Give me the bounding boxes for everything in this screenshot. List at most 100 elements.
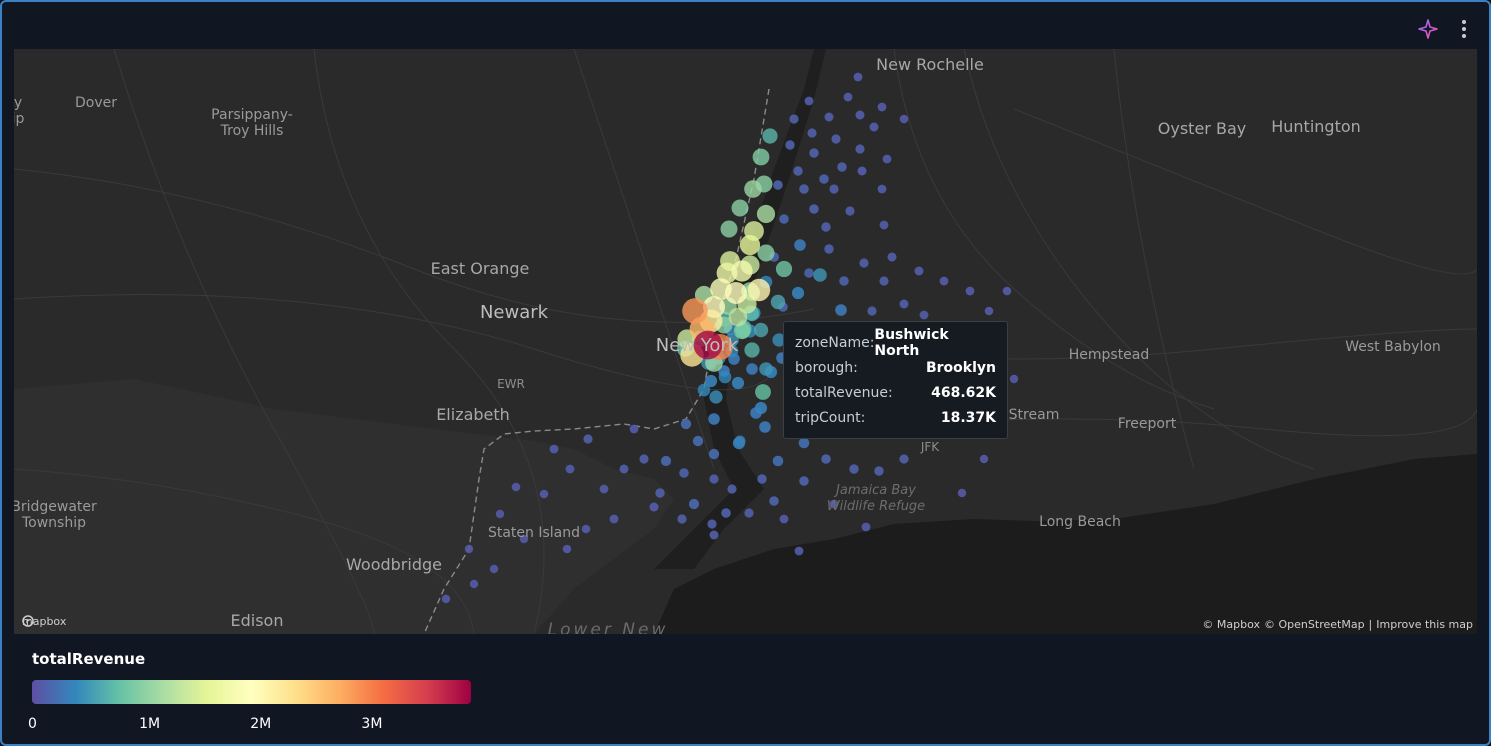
zone-bubble[interactable] [649, 502, 659, 512]
zone-bubble[interactable] [791, 286, 805, 300]
zone-bubble[interactable] [879, 220, 889, 230]
zone-bubble[interactable] [755, 384, 771, 400]
zone-bubble[interactable] [829, 184, 839, 194]
zone-bubble[interactable] [469, 579, 479, 589]
zone-bubble[interactable] [861, 522, 871, 532]
zone-bubble[interactable] [855, 144, 865, 154]
zone-bubble[interactable] [629, 424, 639, 434]
zone-bubble[interactable] [757, 474, 767, 484]
zone-bubble[interactable] [562, 544, 572, 554]
zone-bubble[interactable] [583, 434, 593, 444]
zone-bubble[interactable] [799, 476, 809, 486]
zone-bubble[interactable] [757, 244, 775, 262]
zone-bubble[interactable] [874, 466, 884, 476]
zone-bubble[interactable] [849, 464, 859, 474]
zone-bubble[interactable] [813, 268, 827, 282]
zone-bubble[interactable] [679, 468, 689, 478]
kebab-menu-icon[interactable] [1453, 18, 1475, 40]
zone-bubble[interactable] [756, 204, 776, 224]
zone-bubble[interactable] [919, 310, 929, 320]
zone-bubble[interactable] [899, 454, 909, 464]
zone-bubble[interactable] [867, 306, 877, 316]
zone-bubble[interactable] [744, 342, 760, 358]
zone-bubble[interactable] [798, 437, 810, 449]
zone-bubble[interactable] [857, 166, 867, 176]
zone-bubble[interactable] [957, 488, 967, 498]
zone-bubble[interactable] [807, 128, 817, 138]
zone-bubble[interactable] [744, 180, 762, 198]
zone-bubble[interactable] [732, 436, 746, 450]
zone-bubble[interactable] [565, 464, 575, 474]
zone-bubble[interactable] [859, 258, 869, 268]
zone-bubble[interactable] [773, 180, 783, 190]
zone-bubble[interactable] [821, 222, 831, 232]
zone-bubble[interactable] [979, 454, 989, 464]
zone-bubble[interactable] [464, 544, 474, 554]
zone-bubble[interactable] [779, 214, 789, 224]
zone-bubble[interactable] [869, 122, 879, 132]
zone-bubble[interactable] [639, 454, 649, 464]
zone-bubble[interactable] [984, 306, 994, 316]
zone-bubble[interactable] [837, 162, 847, 172]
zone-bubble[interactable] [688, 498, 700, 510]
zone-bubble[interactable] [682, 298, 708, 324]
zone-bubble[interactable] [772, 455, 784, 467]
attribution-mapbox-link[interactable]: © Mapbox [1202, 618, 1260, 631]
zone-bubble[interactable] [835, 304, 847, 316]
zone-bubble[interactable] [794, 239, 806, 251]
zone-bubble[interactable] [581, 524, 591, 534]
zone-bubble[interactable] [759, 421, 771, 433]
zone-bubble[interactable] [821, 454, 831, 464]
zone-bubble[interactable] [709, 474, 719, 484]
zone-bubble[interactable] [839, 276, 849, 286]
zone-bubble[interactable] [789, 114, 799, 124]
zone-bubble[interactable] [824, 112, 834, 122]
zone-bubble[interactable] [1009, 374, 1019, 384]
zone-bubble[interactable] [754, 401, 768, 415]
zone-bubble[interactable] [887, 252, 897, 262]
zone-bubble[interactable] [879, 276, 889, 286]
attribution-osm-link[interactable]: © OpenStreetMap [1264, 618, 1365, 631]
zone-bubble[interactable] [746, 363, 758, 375]
zone-bubble[interactable] [680, 418, 692, 430]
zone-bubble[interactable] [721, 508, 731, 518]
zone-bubble[interactable] [794, 546, 804, 556]
zone-bubble[interactable] [775, 260, 793, 278]
zone-bubble[interactable] [511, 482, 521, 492]
sparkle-icon[interactable] [1417, 18, 1439, 40]
zone-bubble[interactable] [708, 413, 720, 425]
zone-bubble[interactable] [831, 134, 841, 144]
zone-bubble[interactable] [708, 448, 720, 460]
zone-bubble[interactable] [824, 244, 834, 254]
zone-bubble[interactable] [718, 370, 732, 384]
zone-bubble[interactable] [899, 299, 909, 309]
zone-bubble[interactable] [747, 278, 771, 302]
zone-bubble[interactable] [495, 509, 505, 519]
zone-bubble[interactable] [799, 184, 809, 194]
zone-bubble[interactable] [845, 206, 855, 216]
zone-bubble[interactable] [882, 154, 892, 164]
zone-bubble[interactable] [731, 199, 749, 217]
zone-bubble[interactable] [753, 322, 769, 338]
zone-bubble[interactable] [707, 519, 717, 529]
zone-bubble[interactable] [677, 514, 687, 524]
zone-bubble[interactable] [855, 110, 865, 120]
zone-bubble[interactable] [739, 234, 761, 256]
zone-bubble[interactable] [709, 530, 719, 540]
zone-bubble[interactable] [720, 220, 738, 238]
zone-bubble[interactable] [731, 260, 753, 282]
zone-bubble[interactable] [609, 514, 619, 524]
zone-bubble[interactable] [843, 92, 853, 102]
zone-bubble[interactable] [655, 488, 665, 498]
zone-bubble[interactable] [692, 435, 704, 447]
zone-bubble[interactable] [939, 276, 949, 286]
zone-bubble[interactable] [762, 128, 778, 144]
zone-bubble[interactable] [539, 489, 549, 499]
zone-bubble[interactable] [1002, 286, 1012, 296]
zone-bubble[interactable] [965, 286, 975, 296]
zone-bubble[interactable] [752, 148, 770, 166]
zone-bubble[interactable] [731, 376, 745, 390]
zone-bubble[interactable] [809, 148, 819, 158]
zone-bubble[interactable] [725, 282, 747, 304]
zone-bubble[interactable] [779, 514, 789, 524]
